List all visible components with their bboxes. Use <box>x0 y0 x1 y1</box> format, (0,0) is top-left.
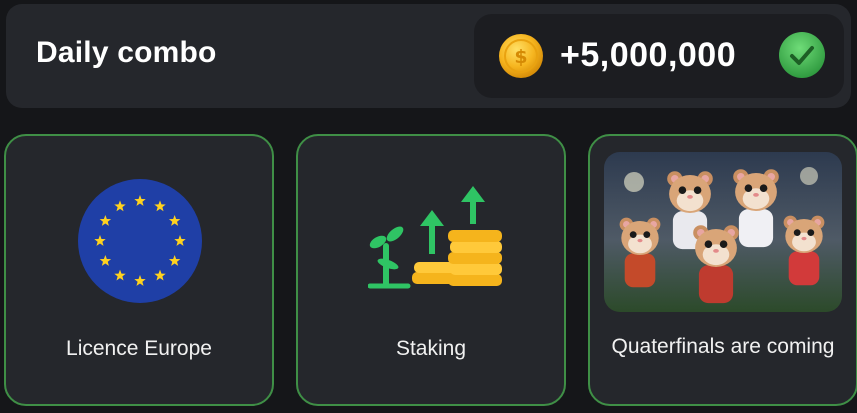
card-label: Licence Europe <box>66 337 212 360</box>
checkmark-icon <box>779 32 825 78</box>
hamster-football-team-image <box>604 152 842 312</box>
staking-growth-icon <box>368 186 502 289</box>
card-label: Staking <box>395 337 467 360</box>
card-label: Quaterfinals are coming <box>611 335 835 358</box>
reward-amount: +5,000,000 <box>560 36 737 74</box>
reward-badge: $ +5,000,000 <box>474 14 844 98</box>
combo-card-staking[interactable]: Staking <box>296 134 566 406</box>
svg-text:$: $ <box>514 46 527 68</box>
combo-card-quaterfinals[interactable]: Quaterfinals are coming <box>588 134 857 406</box>
eu-flag-icon <box>78 179 202 303</box>
daily-combo-header: Daily combo $ +5,000,000 <box>6 4 851 108</box>
combo-card-licence-europe[interactable]: Licence Europe <box>4 134 274 406</box>
page-title: Daily combo <box>36 36 217 69</box>
coin-icon: $ <box>499 34 543 78</box>
